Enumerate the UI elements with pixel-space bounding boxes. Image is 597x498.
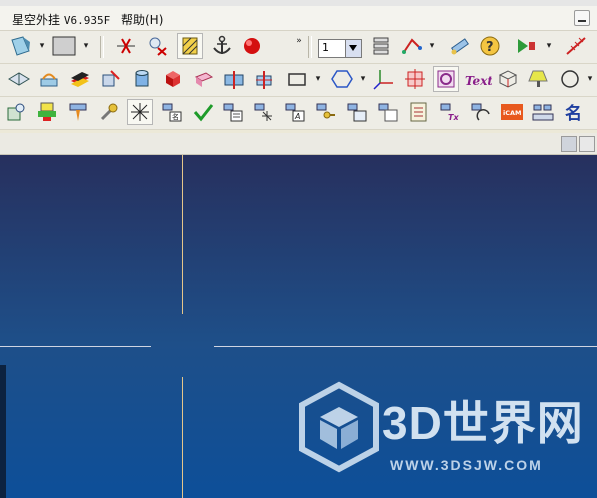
name-tool-button[interactable]: 名 [563,100,591,124]
menu-app-name: 星空外挂 [12,13,61,27]
tool-name-icon[interactable]: 名 [160,100,184,124]
color-picker-icon[interactable] [9,34,33,58]
drill-icon[interactable] [66,100,90,124]
solid-layers-icon[interactable] [68,67,92,91]
svg-text:名: 名 [172,112,179,121]
tool-pattern-icon[interactable] [252,100,276,124]
layer-select-arrow[interactable] [345,40,361,57]
plane-icon[interactable] [7,67,31,91]
icam-button[interactable]: iCAM [500,100,524,124]
delete-point-icon[interactable] [146,34,170,58]
watermark-url: WWW.3DSJW.COM [390,457,543,473]
circle-frame-icon[interactable] [433,66,459,92]
wrench-icon[interactable] [97,100,121,124]
hatch-icon[interactable] [177,33,203,59]
delete-entity-icon[interactable] [114,34,138,58]
svg-text:Tx: Tx [448,113,459,122]
cylinder-measure-icon[interactable] [5,100,29,124]
tool-engrave-icon[interactable]: Tx [438,100,462,124]
crosshair-horizontal-left [0,346,151,347]
menu-app[interactable]: 星空外挂 V6.935F [12,11,110,28]
tool-sheet-icon[interactable] [376,100,400,124]
wcs-dropdown-arrow[interactable]: ▾ [428,40,436,52]
layer-select[interactable]: 1 [318,39,362,58]
polygon-dropdown-arrow[interactable]: ▾ [359,73,367,85]
toolbar-row-2: ▾ ▾ Text ▾ [0,64,597,97]
svg-text:?: ? [486,40,494,55]
verify-check-icon[interactable] [191,100,215,124]
polygon-tool-icon[interactable] [330,67,354,91]
text-tool-icon[interactable]: Text [464,67,492,91]
separator [308,36,312,58]
text-tool-label: Text [465,74,492,88]
minimize-button[interactable] [574,10,590,26]
lamp-icon[interactable] [527,67,551,91]
cube-logo-icon [299,381,379,473]
tool-text-icon[interactable]: A [283,100,307,124]
box-solid-icon[interactable] [161,67,185,91]
status-bar [0,133,597,155]
cylinder-solid-icon[interactable] [130,67,154,91]
toolbar-row-3: 名 A Tx iCAM 名 [0,97,597,130]
report-sheet-icon[interactable] [407,100,431,124]
menu-help[interactable]: 帮助(H) [121,11,163,28]
minimize-icon [578,20,586,22]
point-grid-icon[interactable] [403,67,427,91]
crosshair-vertical-bottom [182,377,183,498]
watermark-logo: 3D世界网 WWW.3DSJW.COM [296,377,596,497]
circle-tool-icon[interactable] [558,67,582,91]
surface-cut-icon[interactable] [37,67,61,91]
name-tool-label: 名 [565,103,582,124]
svg-text:A: A [294,112,300,121]
solid-section-icon[interactable] [192,67,216,91]
anchor-icon[interactable] [210,34,234,58]
tool-window-icon[interactable] [345,100,369,124]
axis-xyz-icon[interactable] [372,67,396,91]
solid-split-icon[interactable] [252,67,276,91]
pen-tool-icon[interactable] [448,34,472,58]
fixture-icon[interactable] [35,100,59,124]
record-icon[interactable] [240,34,264,58]
separator [100,36,104,58]
help-query-icon[interactable]: ? [478,34,502,58]
rectangle-tool-icon[interactable] [285,67,309,91]
layers-icon[interactable] [369,34,393,58]
snowflake-pattern-icon[interactable] [127,99,153,125]
solid-edit-icon[interactable] [99,67,123,91]
circle-dropdown-arrow[interactable]: ▾ [586,73,594,85]
toolbar-row-1: ▾ ▾ » 1 ▾ ? ▾ [0,31,597,64]
graphics-viewport[interactable]: 3D世界网 WWW.3DSJW.COM [0,155,597,498]
toolbar-overflow-icon[interactable]: » [295,35,303,47]
viewport-edge-shadow [0,365,6,498]
dimension-icon[interactable] [564,34,588,58]
crosshair-horizontal-right [214,346,597,347]
fill-dropdown-arrow[interactable]: ▾ [82,40,90,52]
crosshair-vertical-top [182,155,183,314]
icam-label: iCAM [503,109,522,117]
tool-rotate-icon[interactable] [469,100,493,124]
wireframe-box-icon[interactable] [496,67,520,91]
solid-combine-icon[interactable] [222,67,246,91]
toolpath-icon[interactable] [514,34,538,58]
tool-key-icon[interactable] [314,100,338,124]
toolpath-dropdown-arrow[interactable]: ▾ [545,40,553,52]
panel-toggle-icon[interactable] [579,136,595,152]
view-toggle-icon[interactable] [561,136,577,152]
rectangle-dropdown-arrow[interactable]: ▾ [314,73,322,85]
color-dropdown-arrow[interactable]: ▾ [38,40,46,52]
multi-tool-icon[interactable] [531,100,555,124]
fill-swatch-button[interactable] [51,34,79,58]
menu-bar: 星空外挂 V6.935F 帮助(H) [0,6,597,31]
watermark-brand: 3D世界网 [382,397,584,449]
layer-select-value: 1 [322,41,329,54]
menu-app-version: V6.935F [63,14,111,27]
wcs-icon[interactable] [400,34,424,58]
tool-list-icon[interactable] [221,100,245,124]
